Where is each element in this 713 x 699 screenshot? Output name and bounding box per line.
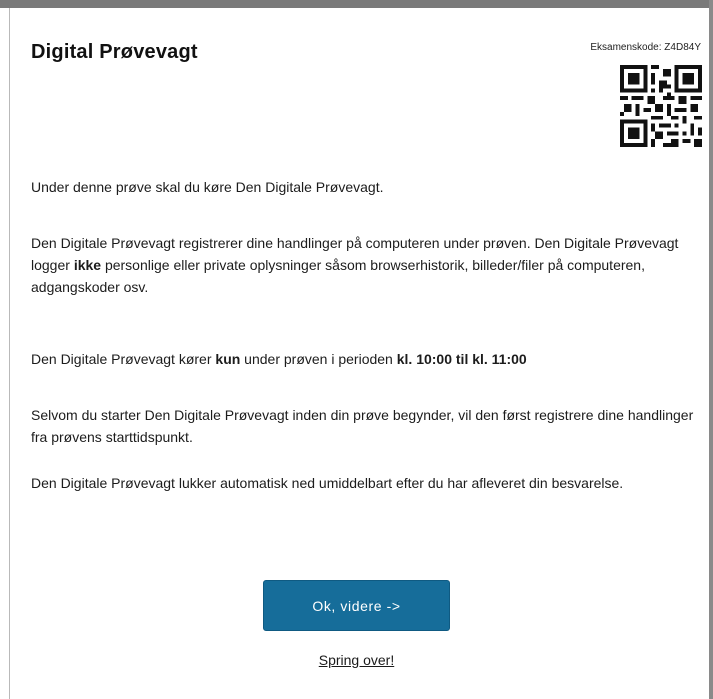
paragraph-early-start: Selvom du starter Den Digitale Prøvevagt… (31, 407, 694, 445)
qr-code-icon (620, 65, 702, 147)
paragraph-registration: Den Digitale Prøvevagt registrerer dine … (31, 235, 679, 295)
window-frame-right (709, 0, 713, 699)
window-frame-left (0, 8, 10, 699)
page-title: Digital Prøvevagt (31, 41, 198, 63)
paragraph-period: Den Digitale Prøvevagt kører kun under p… (31, 351, 527, 367)
skip-link[interactable]: Spring over! (0, 652, 713, 668)
exam-code-label: Eksamenskode: Z4D84Y (590, 42, 701, 53)
window-frame-top (0, 0, 713, 8)
paragraph-intro: Under denne prøve skal du køre Den Digit… (31, 179, 384, 195)
paragraph-auto-close: Den Digitale Prøvevagt lukker automatisk… (31, 475, 624, 491)
ok-continue-button[interactable]: Ok, videre -> (263, 580, 450, 631)
